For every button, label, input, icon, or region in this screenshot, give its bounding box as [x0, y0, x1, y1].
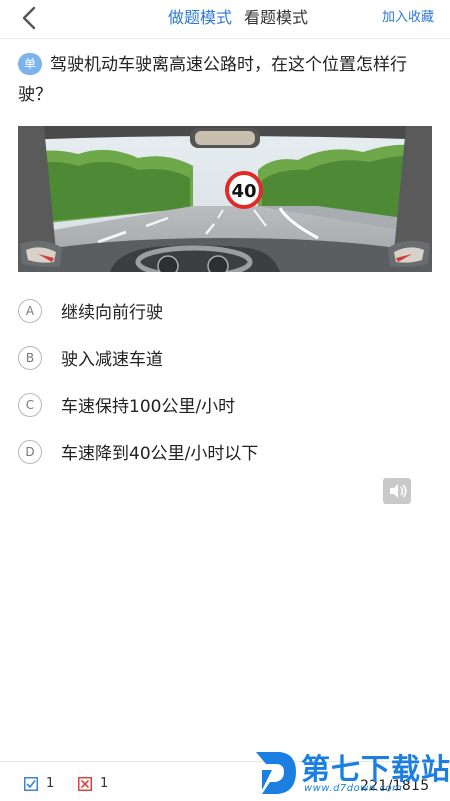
- watermark-url: www.d7down.com: [304, 783, 403, 794]
- checkbox-correct-icon: [24, 776, 38, 791]
- correct-count: 1: [46, 776, 55, 791]
- speed-limit-sign: 40: [231, 181, 256, 202]
- speaker-icon: [390, 484, 407, 498]
- tab-practice-mode[interactable]: 做题模式: [168, 7, 232, 29]
- back-button[interactable]: [14, 2, 48, 34]
- add-favorite-button[interactable]: 加入收藏: [382, 9, 434, 27]
- option-text: 车速降到40公里/小时以下: [61, 444, 259, 464]
- d7-logo-icon: [256, 752, 296, 794]
- dashboard-road-scene-illustration: 40: [18, 126, 432, 272]
- question-text: 驾驶机动车驶离高速公路时，在这个位置怎样行驶？: [18, 55, 407, 105]
- tab-view-mode[interactable]: 看题模式: [244, 7, 308, 29]
- option-letter: D: [18, 439, 42, 464]
- mode-tabs: 做题模式 看题模式: [168, 7, 320, 29]
- chevron-left-icon: [22, 6, 36, 30]
- checkbox-wrong-icon: [78, 776, 92, 791]
- option-letter: B: [18, 345, 42, 370]
- option-c[interactable]: C 车速保持100公里/小时: [18, 381, 432, 428]
- option-letter: A: [18, 298, 42, 323]
- speaker-button[interactable]: [383, 478, 411, 504]
- option-text: 车速保持100公里/小时: [61, 397, 236, 417]
- option-text: 继续向前行驶: [61, 303, 163, 323]
- option-d[interactable]: D 车速降到40公里/小时以下: [18, 428, 432, 475]
- correct-count-button[interactable]: 1: [24, 776, 54, 791]
- watermark-logo: 第七下载站 www.d7down.com: [252, 746, 450, 800]
- wrong-count-button[interactable]: 1: [78, 776, 108, 791]
- question-image: 40: [18, 126, 432, 272]
- question-type-badge: 单: [18, 53, 42, 75]
- answer-options: A 继续向前行驶 B 驶入减速车道 C 车速保持100公里/小时 D 车速降到4…: [18, 287, 432, 475]
- wrong-count: 1: [100, 776, 109, 791]
- question-text-block: 单驾驶机动车驶离高速公路时，在这个位置怎样行驶？: [18, 50, 428, 110]
- option-letter: C: [18, 392, 42, 417]
- watermark-title: 第七下载站: [301, 752, 450, 786]
- option-b[interactable]: B 驶入减速车道: [18, 334, 432, 381]
- top-nav-bar: 做题模式 看题模式 加入收藏: [0, 0, 450, 39]
- option-a[interactable]: A 继续向前行驶: [18, 287, 432, 334]
- option-text: 驶入减速车道: [61, 350, 163, 370]
